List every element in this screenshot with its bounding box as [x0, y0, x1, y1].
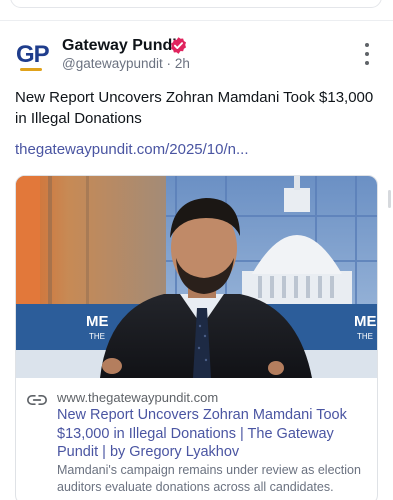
link-preview-meta[interactable]: www.thegatewaypundit.com New Report Unco…: [16, 378, 377, 500]
more-options-button[interactable]: [360, 43, 374, 65]
svg-text:ME: ME: [86, 313, 109, 330]
meta-separator: ·: [166, 56, 172, 71]
ellipsis-dot: [365, 61, 369, 65]
link-domain: www.thegatewaypundit.com: [57, 390, 219, 405]
previous-post-edge: [0, 0, 393, 18]
ellipsis-dot: [365, 52, 369, 56]
svg-text:ME: ME: [354, 313, 377, 330]
post-text: New Report Uncovers Zohran Mamdani Took …: [15, 89, 374, 127]
post[interactable]: GP Gateway Pundit @gatewaypundit · 2h Ne…: [0, 21, 393, 500]
author-display-name[interactable]: Gateway Pundit: [62, 37, 182, 55]
author-avatar[interactable]: GP: [14, 37, 50, 73]
link-title[interactable]: New Report Uncovers Zohran Mamdani Took …: [57, 406, 367, 462]
scrollbar-thumb[interactable]: [388, 190, 391, 208]
avatar-logo-swoosh: [20, 68, 42, 71]
link-preview-card[interactable]: ME THE ME THE www.thegatewaypundit.com N…: [15, 175, 378, 500]
svg-text:THE: THE: [89, 332, 105, 341]
author-handle[interactable]: @gatewaypundit: [62, 56, 163, 71]
vertical-ellipsis-icon: [365, 43, 369, 47]
link-description: Mamdani's campaign remains under review …: [57, 463, 361, 494]
verified-badge-icon: [170, 37, 187, 54]
previous-card-bottom: [10, 0, 382, 8]
link-preview-image[interactable]: ME THE ME THE: [16, 176, 377, 378]
post-timestamp[interactable]: 2h: [175, 56, 190, 71]
svg-text:THE: THE: [357, 332, 373, 341]
author-meta: @gatewaypundit · 2h: [62, 56, 190, 71]
avatar-logo-text: GP: [16, 41, 50, 68]
link-chain-icon: [27, 395, 47, 405]
post-link[interactable]: thegatewaypundit.com/2025/10/n...: [15, 141, 249, 158]
preview-photo: ME THE ME THE: [16, 176, 377, 378]
